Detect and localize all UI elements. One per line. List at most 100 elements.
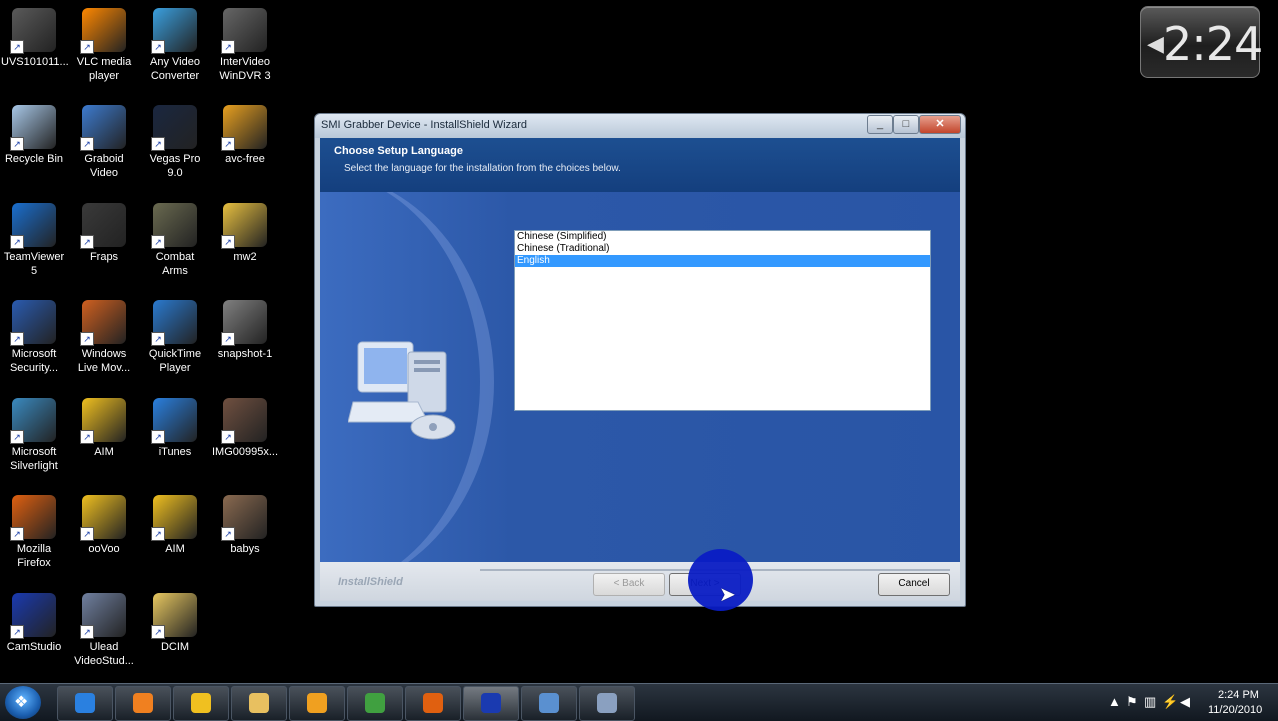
desktop-icon-any-video-converter[interactable]: ↗ Any Video Converter bbox=[142, 8, 208, 83]
internet-explorer-icon bbox=[75, 693, 95, 713]
power-icon[interactable]: ⚡ bbox=[1162, 694, 1178, 710]
shortcut-arrow-icon: ↗ bbox=[80, 235, 94, 249]
ulead-videostudio-icon: ↗ bbox=[80, 593, 126, 639]
uvs-file-icon: ↗ bbox=[10, 8, 56, 54]
desktop-icon-combat-arms[interactable]: ↗ Combat Arms bbox=[142, 203, 208, 278]
desktop-icon-intervideo-windvr[interactable]: ↗ InterVideo WinDVR 3 bbox=[212, 8, 278, 83]
desktop-icon-graboid[interactable]: ↗ Graboid Video bbox=[71, 105, 137, 180]
desktop-icon-fraps[interactable]: ↗ Fraps bbox=[71, 203, 137, 264]
desktop-icon-itunes[interactable]: ↗ iTunes bbox=[142, 398, 208, 459]
maximize-button[interactable]: □ bbox=[893, 115, 919, 134]
language-option-selected[interactable]: English bbox=[515, 255, 930, 267]
installshield-brand: InstallShield bbox=[338, 576, 403, 588]
back-button[interactable]: < Back bbox=[593, 573, 665, 596]
shortcut-arrow-icon: ↗ bbox=[80, 430, 94, 444]
vegas-pro-icon: ↗ bbox=[151, 105, 197, 151]
shortcut-arrow-icon: ↗ bbox=[10, 430, 24, 444]
recycle-bin-icon: ↗ bbox=[10, 105, 56, 151]
desktop-icon-silverlight[interactable]: ↗ Microsoft Silverlight bbox=[1, 398, 67, 473]
tray-time[interactable]: 2:24 PM bbox=[1218, 689, 1259, 701]
shortcut-arrow-icon: ↗ bbox=[10, 235, 24, 249]
shortcut-arrow-icon: ↗ bbox=[221, 332, 235, 346]
taskbar-item-installer[interactable] bbox=[579, 686, 635, 721]
desktop-icon-aim-1[interactable]: ↗ AIM bbox=[71, 398, 137, 459]
language-option[interactable]: Chinese (Traditional) bbox=[515, 243, 930, 255]
desktop-icon-label: Mozilla Firefox bbox=[16, 543, 52, 569]
desktop-icon-mw2[interactable]: ↗ mw2 bbox=[212, 203, 278, 264]
desktop-icon-firefox[interactable]: ↗ Mozilla Firefox bbox=[1, 495, 67, 570]
oovoo-icon: ↗ bbox=[80, 495, 126, 541]
minimize-button[interactable]: _ bbox=[867, 115, 893, 134]
dcim-icon: ↗ bbox=[151, 593, 197, 639]
app-green-icon bbox=[365, 693, 385, 713]
taskbar-item-media-player[interactable] bbox=[115, 686, 171, 721]
windows-logo-icon: ❖ bbox=[14, 694, 29, 711]
desktop-icon-label: AIM bbox=[94, 446, 114, 458]
desktop-icon-label: ooVoo bbox=[88, 543, 120, 555]
desktop-icon-babys[interactable]: ↗ babys bbox=[212, 495, 278, 556]
shortcut-arrow-icon: ↗ bbox=[10, 137, 24, 151]
camstudio-icon bbox=[481, 693, 501, 713]
desktop-icon-microsoft-security[interactable]: ↗ Microsoft Security... bbox=[1, 300, 67, 375]
desktop-icon-dcim[interactable]: ↗ DCIM bbox=[142, 593, 208, 654]
shortcut-arrow-icon: ↗ bbox=[221, 40, 235, 54]
taskbar-item-firefox[interactable] bbox=[405, 686, 461, 721]
dialog-client: Choose Setup Language Select the languag… bbox=[320, 138, 960, 601]
show-hidden-icons[interactable]: ▲ bbox=[1108, 694, 1121, 709]
desktop-icon-img-file[interactable]: ↗ IMG00995x... bbox=[212, 398, 278, 459]
desktop-icon-avc-free[interactable]: ↗ avc-free bbox=[212, 105, 278, 166]
clock-gadget: ◀ 2:24 bbox=[1140, 6, 1263, 78]
desktop-icon-quicktime[interactable]: ↗ QuickTime Player bbox=[142, 300, 208, 375]
taskbar-item-internet-explorer[interactable] bbox=[57, 686, 113, 721]
clock-time: 2:24 bbox=[1163, 17, 1263, 71]
desktop-icon-vegas-pro[interactable]: ↗ Vegas Pro 9.0 bbox=[142, 105, 208, 180]
avc-free-icon: ↗ bbox=[221, 105, 267, 151]
taskbar-item-explorer[interactable] bbox=[231, 686, 287, 721]
desktop-icon-label: Windows Live Mov... bbox=[77, 348, 131, 374]
shortcut-arrow-icon: ↗ bbox=[151, 332, 165, 346]
teamviewer-icon: ↗ bbox=[10, 203, 56, 249]
any-video-converter-icon: ↗ bbox=[151, 8, 197, 54]
shortcut-arrow-icon: ↗ bbox=[151, 235, 165, 249]
flag-icon[interactable]: ⚑ bbox=[1126, 694, 1138, 710]
shortcut-arrow-icon: ↗ bbox=[10, 332, 24, 346]
microsoft-security-icon: ↗ bbox=[10, 300, 56, 346]
desktop-icon-windows-live-movie[interactable]: ↗ Windows Live Mov... bbox=[71, 300, 137, 375]
itunes-icon: ↗ bbox=[151, 398, 197, 444]
shortcut-arrow-icon: ↗ bbox=[221, 527, 235, 541]
desktop-icon-label: DCIM bbox=[160, 641, 190, 653]
language-option[interactable]: Chinese (Simplified) bbox=[515, 231, 930, 243]
start-button[interactable]: ❖ bbox=[5, 686, 41, 719]
shortcut-arrow-icon: ↗ bbox=[80, 332, 94, 346]
shortcut-arrow-icon: ↗ bbox=[151, 40, 165, 54]
cancel-button[interactable]: Cancel bbox=[878, 573, 950, 596]
taskbar-item-app-green[interactable] bbox=[347, 686, 403, 721]
language-list[interactable]: Chinese (Simplified) Chinese (Traditiona… bbox=[514, 230, 931, 411]
desktop-icon-recycle-bin[interactable]: ↗ Recycle Bin bbox=[1, 105, 67, 166]
desktop-icon-camstudio[interactable]: ↗ CamStudio bbox=[1, 593, 67, 654]
shortcut-arrow-icon: ↗ bbox=[80, 527, 94, 541]
desktop-icon-snapshot[interactable]: ↗ snapshot-1 bbox=[212, 300, 278, 361]
taskbar: ❖ ▲ ⚑ ▥ ⚡ ◀ 2:24 PM 11/20/2010 bbox=[0, 683, 1278, 721]
mw2-icon: ↗ bbox=[221, 203, 267, 249]
network-icon[interactable]: ▥ bbox=[1144, 694, 1156, 710]
desktop-icon-aim-2[interactable]: ↗ AIM bbox=[142, 495, 208, 556]
tray-date[interactable]: 11/20/2010 bbox=[1208, 704, 1262, 716]
desktop-icon-uvs-file[interactable]: ↗ UVS101011... bbox=[1, 8, 69, 69]
taskbar-item-aim[interactable] bbox=[173, 686, 229, 721]
taskbar-item-camstudio[interactable] bbox=[463, 686, 519, 721]
desktop-icon-label: Vegas Pro 9.0 bbox=[149, 153, 201, 179]
computer-icon bbox=[348, 341, 456, 440]
desktop-icon-teamviewer[interactable]: ↗ TeamViewer 5 bbox=[1, 203, 67, 278]
volume-icon[interactable]: ◀ bbox=[1180, 694, 1190, 710]
combat-arms-icon: ↗ bbox=[151, 203, 197, 249]
desktop-icon-ulead-videostudio[interactable]: ↗ Ulead VideoStud... bbox=[71, 593, 137, 668]
taskbar-item-app-orange[interactable] bbox=[289, 686, 345, 721]
desktop-icon-vlc[interactable]: ↗ VLC media player bbox=[71, 8, 137, 83]
installer-icon bbox=[597, 693, 617, 713]
fraps-icon: ↗ bbox=[80, 203, 126, 249]
dialog-titlebar[interactable]: SMI Grabber Device - InstallShield Wizar… bbox=[315, 114, 965, 138]
desktop-icon-oovoo[interactable]: ↗ ooVoo bbox=[71, 495, 137, 556]
close-button[interactable]: ✕ bbox=[919, 115, 961, 134]
taskbar-item-network-app[interactable] bbox=[521, 686, 577, 721]
